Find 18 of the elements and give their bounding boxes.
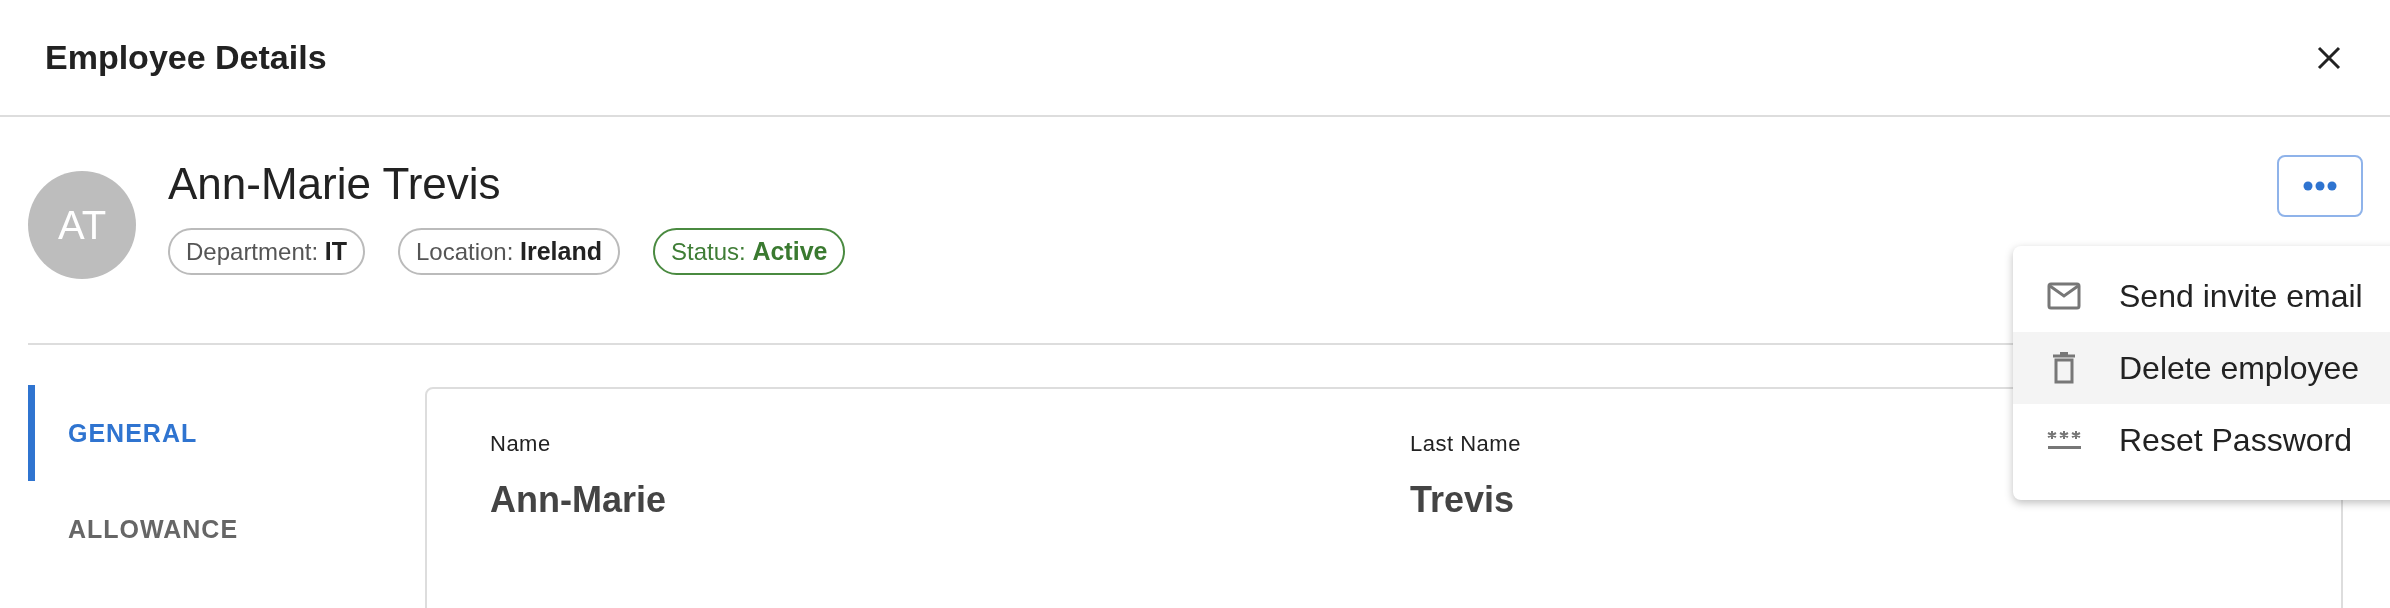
close-icon xyxy=(2317,45,2341,70)
employee-name: Ann-Marie Trevis xyxy=(168,159,502,210)
field-value: Trevis xyxy=(1410,479,1515,521)
sidebar-tab[interactable]: ALLOWANCE xyxy=(28,481,392,577)
avatar: AT xyxy=(28,171,136,279)
sidebar-tab[interactable]: GENERAL xyxy=(28,385,392,481)
dialog-title: Employee Details xyxy=(45,38,327,77)
field-label: Name xyxy=(490,431,551,457)
mail-icon xyxy=(2047,282,2081,310)
info-chip: Status: Active xyxy=(653,227,846,275)
info-chip: Location: Ireland xyxy=(397,227,620,275)
info-chip: Department: IT xyxy=(168,227,365,275)
more-button[interactable] xyxy=(2277,155,2363,217)
more-icon xyxy=(2303,181,2337,191)
field-label: Last Name xyxy=(1410,431,1521,457)
field-value: Ann-Marie xyxy=(490,479,666,521)
password-icon xyxy=(2047,429,2081,451)
menu-item[interactable]: Delete employee xyxy=(2013,332,2390,404)
